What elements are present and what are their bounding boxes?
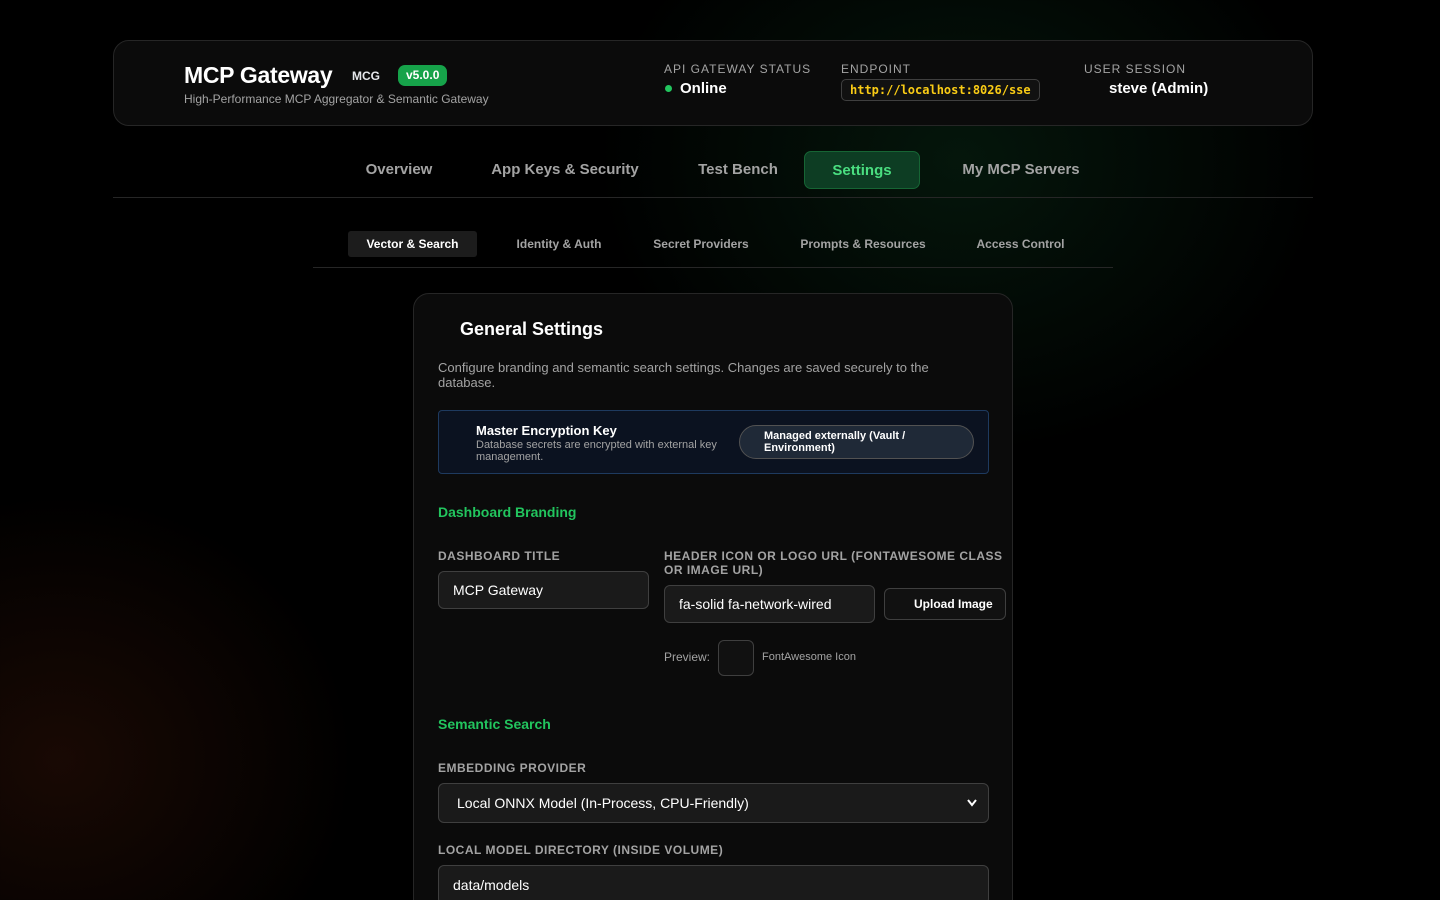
dashboard-title-input[interactable] [438, 571, 649, 609]
embedding-provider-select[interactable]: Local ONNX Model (In-Process, CPU-Friend… [438, 783, 989, 823]
user-session-value[interactable]: steve (Admin) [1109, 80, 1208, 97]
subtab-prompts-resources[interactable]: Prompts & Resources [787, 231, 939, 257]
tab-overview[interactable]: Overview [341, 151, 457, 189]
endpoint-url[interactable]: http://localhost:8026/sse [841, 79, 1040, 101]
model-directory-label: LOCAL MODEL DIRECTORY (INSIDE VOLUME) [438, 843, 724, 857]
tab-my-mcp-servers[interactable]: My MCP Servers [943, 151, 1099, 189]
icon-preview-box [718, 640, 754, 676]
chevron-down-icon [966, 784, 978, 837]
gateway-status-label: API GATEWAY STATUS [664, 62, 812, 76]
embedding-provider-label: EMBEDDING PROVIDER [438, 761, 587, 775]
settings-sub-tab-bar: Vector & Search Identity & Auth Secret P… [313, 230, 1113, 268]
app-short-name: MCG [352, 69, 380, 83]
endpoint-label: ENDPOINT [841, 62, 912, 76]
preview-label: Preview: [664, 650, 711, 664]
header-icon-input[interactable] [664, 585, 875, 623]
settings-title: General Settings [460, 319, 604, 339]
master-key-status-badge: Managed externally (Vault / Environment) [739, 425, 974, 459]
app-title: MCP Gateway [184, 62, 333, 88]
subtab-identity-auth[interactable]: Identity & Auth [503, 231, 615, 257]
dashboard-branding-heading: Dashboard Branding [438, 504, 577, 520]
main-tab-bar: Overview App Keys & Security Test Bench … [113, 150, 1313, 198]
model-directory-input[interactable] [438, 865, 989, 900]
status-dot-icon [665, 85, 672, 92]
app-subtitle: High-Performance MCP Aggregator & Semant… [184, 92, 489, 106]
user-session-label: USER SESSION [1084, 62, 1187, 76]
semantic-search-heading: Semantic Search [438, 716, 551, 732]
master-key-title: Master Encryption Key [476, 423, 617, 438]
embedding-provider-value: Local ONNX Model (In-Process, CPU-Friend… [457, 795, 749, 811]
master-key-description: Database secrets are encrypted with exte… [476, 439, 717, 463]
tab-test-bench[interactable]: Test Bench [675, 151, 801, 189]
general-settings-card: General Settings Configure branding and … [413, 293, 1013, 900]
subtab-access-control[interactable]: Access Control [965, 231, 1076, 257]
app-header: MCP Gateway MCG v5.0.0 High-Performance … [113, 40, 1313, 126]
settings-description: Configure branding and semantic search s… [438, 360, 929, 390]
preview-note: FontAwesome Icon [762, 651, 856, 663]
header-icon-label: HEADER ICON OR LOGO URL (FONTAWESOME CLA… [664, 549, 1003, 577]
subtab-vector-search[interactable]: Vector & Search [348, 231, 477, 257]
dashboard-title-label: DASHBOARD TITLE [438, 549, 561, 563]
tab-app-keys-security[interactable]: App Keys & Security [479, 151, 651, 189]
tab-settings[interactable]: Settings [804, 151, 920, 189]
master-key-panel: Master Encryption Key Database secrets a… [438, 410, 989, 474]
subtab-secret-providers[interactable]: Secret Providers [639, 231, 763, 257]
gateway-status-value: Online [680, 80, 727, 97]
version-badge: v5.0.0 [398, 65, 448, 86]
upload-image-button[interactable]: Upload Image [884, 588, 1006, 620]
